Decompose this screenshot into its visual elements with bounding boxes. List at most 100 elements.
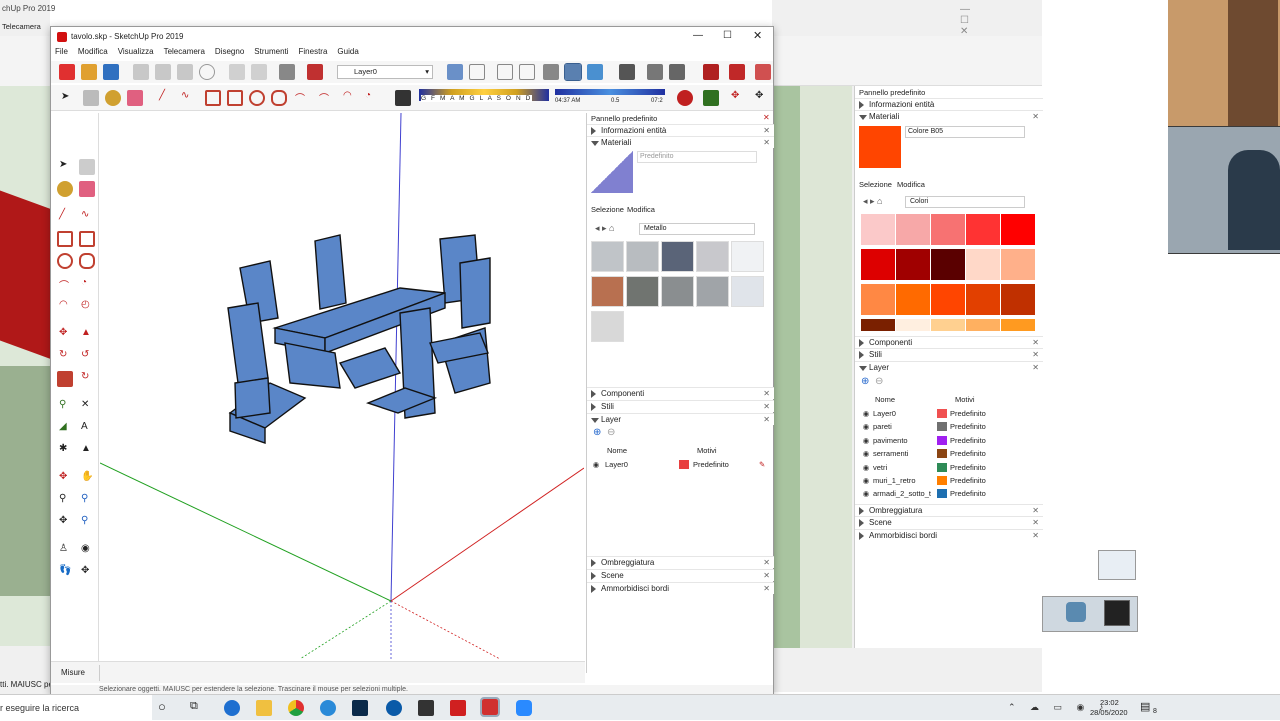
color-swatch[interactable] <box>896 249 930 280</box>
palette-freehand-icon[interactable]: ∿ <box>81 209 89 220</box>
move-icon[interactable] <box>677 90 693 106</box>
inner-library-select[interactable]: Metallo <box>639 223 755 235</box>
texture-swatch[interactable] <box>626 276 659 307</box>
textured-icon[interactable] <box>587 64 603 80</box>
print-icon[interactable] <box>279 64 295 80</box>
viewport-3d[interactable] <box>100 113 584 659</box>
erase-icon[interactable] <box>199 64 215 80</box>
layer-row[interactable]: ◉ armadi_2_sotto_t Predefinito <box>861 487 1037 500</box>
undo-icon[interactable] <box>229 64 245 80</box>
redo-icon[interactable] <box>251 64 267 80</box>
layer-row[interactable]: ◉ vetri Predefinito <box>861 461 1037 474</box>
palette-3dtext-icon[interactable]: ▲ <box>81 443 91 454</box>
color-swatch[interactable] <box>931 249 965 280</box>
notifications-icon[interactable]: ▤ <box>1140 700 1150 713</box>
layer-row[interactable]: ◉ pavimento Predefinito <box>861 434 1037 447</box>
rectangle-icon[interactable] <box>205 90 221 106</box>
color-swatch[interactable] <box>966 214 1000 245</box>
color-swatch[interactable] <box>1001 214 1035 245</box>
texture-swatch[interactable] <box>731 276 764 307</box>
palette-arc-icon[interactable]: ⌒ <box>59 277 69 292</box>
color-swatch[interactable] <box>931 214 965 245</box>
visibility-eye-icon[interactable]: ◉ <box>861 420 871 433</box>
popup-thumb[interactable] <box>1098 550 1136 580</box>
orbit-icon[interactable]: ✥ <box>755 90 763 101</box>
palette-offset-icon[interactable]: ↻ <box>81 371 89 382</box>
chrome-icon[interactable] <box>288 700 304 716</box>
palette-zoomext-icon[interactable]: ✥ <box>59 515 67 526</box>
visibility-eye-icon[interactable]: ◉ <box>861 474 871 487</box>
save-icon[interactable] <box>103 64 119 80</box>
taskview-icon[interactable]: ⧉ <box>190 700 198 713</box>
shaded-icon[interactable] <box>564 63 582 81</box>
color-swatch[interactable] <box>1001 284 1035 315</box>
arc2-icon[interactable]: ⌒ <box>319 90 329 105</box>
palette-arc3-icon[interactable]: ◠ <box>59 299 68 310</box>
layer-color-swatch[interactable] <box>937 476 947 485</box>
outer-materials-header[interactable]: Materiali ✕ <box>855 110 1043 122</box>
texture-swatch[interactable] <box>591 276 624 307</box>
shadow-time-slider[interactable] <box>555 89 665 95</box>
color-swatch[interactable] <box>966 284 1000 315</box>
minimize-button[interactable]: — <box>693 30 703 41</box>
outer-nav-icons[interactable]: ◂ ▸ ⌂ <box>863 196 882 207</box>
color-swatch[interactable] <box>896 319 930 331</box>
layer-color-swatch[interactable] <box>937 435 947 445</box>
inner-styles-header[interactable]: Stili ✕ <box>587 400 774 412</box>
palette-rotate-icon[interactable]: ↻ <box>59 349 67 360</box>
color-swatch[interactable] <box>896 284 930 315</box>
shadow-toggle-icon[interactable] <box>395 90 411 106</box>
calculator-icon[interactable] <box>418 700 434 716</box>
open-icon[interactable] <box>81 64 97 80</box>
inner-tab-edit[interactable]: Modifica <box>627 205 655 214</box>
line-icon[interactable]: ╱ <box>159 90 165 101</box>
inner-shadows-header[interactable]: Ombreggiatura ✕ <box>587 556 774 568</box>
edge-icon[interactable] <box>224 700 240 716</box>
visibility-eye-icon[interactable]: ◉ <box>861 487 871 500</box>
pencil-icon[interactable]: ✎ <box>759 458 765 471</box>
freehand-icon[interactable]: ∿ <box>181 90 189 101</box>
palette-zoomwin-icon[interactable]: ⚲ <box>81 493 88 504</box>
search-box[interactable]: r eseguire la ricerca <box>0 695 152 721</box>
sketchup-icon[interactable] <box>59 64 75 80</box>
layer-dropdown[interactable]: Layer0 ▾ <box>337 65 433 79</box>
view-iso-icon[interactable] <box>447 64 463 80</box>
visibility-eye-icon[interactable]: ◉ <box>861 434 871 447</box>
palette-circle-icon[interactable] <box>57 253 73 269</box>
palette-paint-icon[interactable] <box>57 181 73 197</box>
layer-row[interactable]: ◉ muri_1_retro Predefinito <box>861 474 1037 487</box>
texture-swatch[interactable] <box>696 241 729 272</box>
palette-rotrect-icon[interactable] <box>79 231 95 247</box>
layer-color-swatch[interactable] <box>937 489 947 499</box>
inner-components-header[interactable]: Componenti ✕ <box>587 387 774 399</box>
palette-pushpull-icon[interactable]: ▲ <box>81 327 91 338</box>
color-swatch[interactable] <box>861 284 895 315</box>
inner-scenes-header[interactable]: Scene ✕ <box>587 569 774 581</box>
outer-shadows-header[interactable]: Ombreggiatura ✕ <box>855 504 1043 516</box>
view-front-icon[interactable] <box>497 64 513 80</box>
outer-library-select[interactable]: Colori <box>905 196 1025 208</box>
warehouse-icon[interactable] <box>619 64 635 80</box>
inner-material-name[interactable]: Predefinito <box>637 151 757 163</box>
outer-scenes-header[interactable]: Scene ✕ <box>855 516 1043 528</box>
maximize-button[interactable]: ☐ <box>723 30 732 41</box>
color-swatch[interactable] <box>931 284 965 315</box>
inner-remove-layer-icon[interactable]: ⊖ <box>607 427 615 438</box>
palette-tape-icon[interactable]: ⚲ <box>59 399 66 410</box>
zoom-icon[interactable] <box>516 700 532 716</box>
texture-swatch[interactable] <box>731 241 764 272</box>
palette-select-icon[interactable]: ➤ <box>59 159 67 170</box>
palette-zoom-icon[interactable]: ⚲ <box>59 493 66 504</box>
inner-layer-header[interactable]: Layer ✕ <box>587 413 774 425</box>
palette-rect-icon[interactable] <box>57 231 73 247</box>
extension-icon[interactable] <box>669 64 685 80</box>
layer-color-swatch[interactable] <box>679 460 689 469</box>
color-swatch[interactable] <box>896 214 930 245</box>
menu-view[interactable]: Visualizza <box>118 47 154 59</box>
palette-eraser-icon[interactable] <box>79 181 95 197</box>
copy-icon[interactable] <box>155 64 171 80</box>
layer-row[interactable]: ◉ pareti Predefinito <box>861 420 1037 433</box>
rotated-rect-icon[interactable] <box>227 90 243 106</box>
paint-icon[interactable] <box>105 90 121 106</box>
color-swatch[interactable] <box>1001 319 1035 331</box>
